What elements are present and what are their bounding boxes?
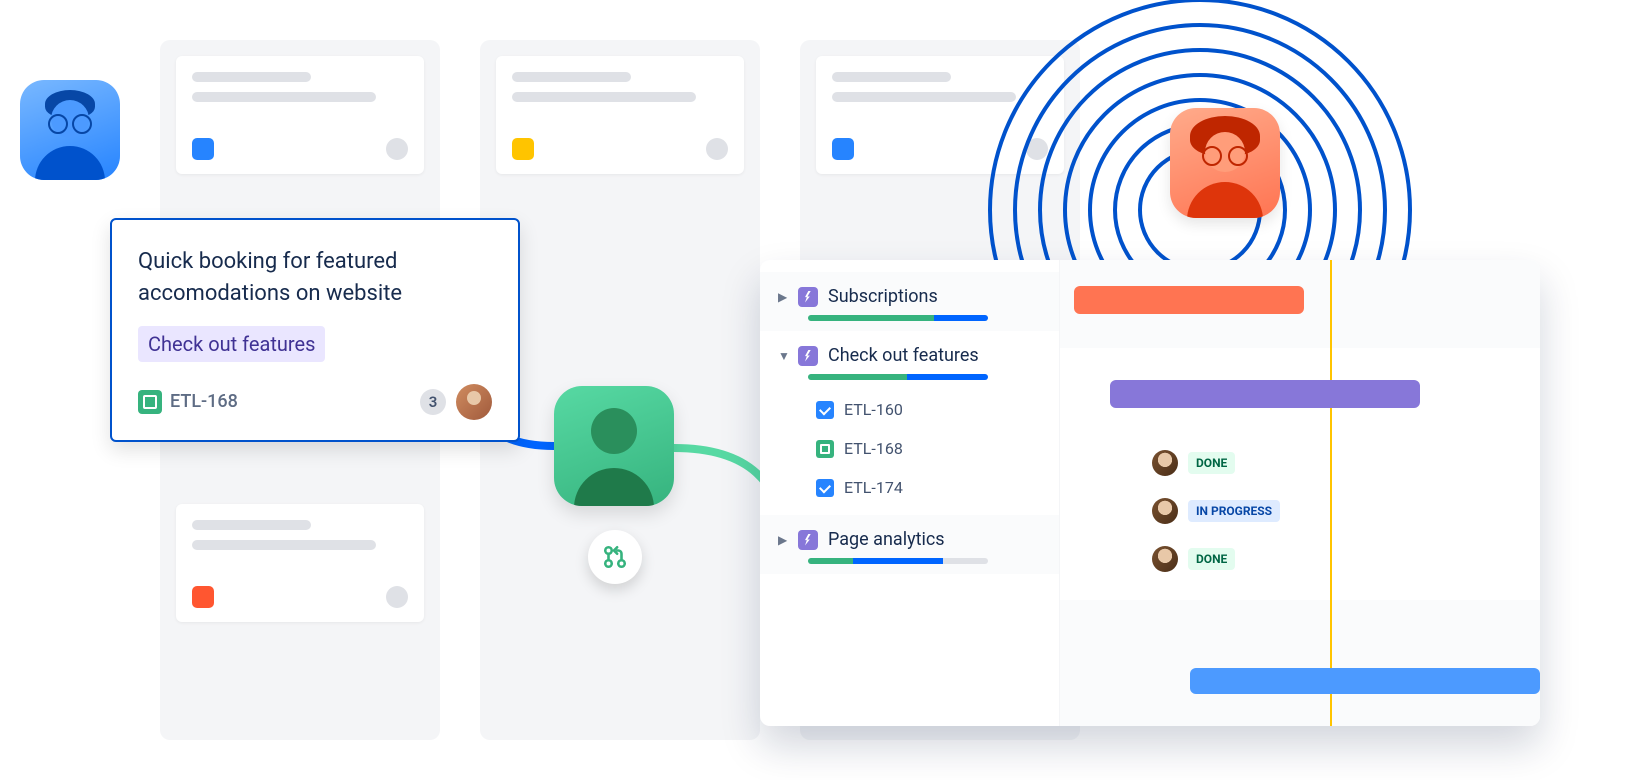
epic-row-analytics[interactable]: ▶ Page analytics [760, 515, 1059, 574]
task-icon [816, 401, 834, 419]
placeholder-line [832, 72, 951, 82]
chevron-right-icon[interactable]: ▶ [778, 290, 788, 304]
epic-icon [798, 530, 818, 550]
placeholder-line [832, 92, 1016, 102]
status-badge: DONE [1188, 548, 1235, 570]
status-badge: DONE [1188, 452, 1235, 474]
task-key: ETL-174 [844, 478, 903, 497]
placeholder-line [512, 92, 696, 102]
epic-name: Page analytics [828, 529, 945, 550]
task-key: ETL-168 [844, 439, 903, 458]
epic-bar-checkout[interactable] [1110, 380, 1420, 408]
assignee-avatar[interactable] [1152, 546, 1178, 572]
today-marker [1330, 260, 1332, 726]
task-status-row: IN PROGRESS [1152, 498, 1280, 524]
pull-request-icon [602, 544, 628, 570]
epic-name: Check out features [828, 345, 979, 366]
priority-chip [192, 138, 214, 160]
comment-count-badge: 3 [420, 389, 446, 415]
roadmap-task-row[interactable]: ETL-168 [760, 429, 1059, 468]
epic-progress-bar [808, 374, 988, 380]
epic-name: Subscriptions [828, 286, 938, 307]
roadmap-epic-list: ▶ Subscriptions ▼ Check out features E [760, 260, 1060, 726]
task-status-row: DONE [1152, 546, 1235, 572]
status-badge: IN PROGRESS [1188, 500, 1280, 522]
epic-icon [798, 287, 818, 307]
chevron-down-icon[interactable]: ▼ [778, 349, 788, 363]
unassigned-avatar [386, 138, 408, 160]
card-placeholder[interactable] [496, 56, 744, 174]
roadmap-panel: ▶ Subscriptions ▼ Check out features E [760, 260, 1540, 726]
placeholder-line [512, 72, 631, 82]
epic-progress-bar [808, 315, 988, 321]
chevron-right-icon[interactable]: ▶ [778, 533, 788, 547]
task-key: ETL-160 [844, 400, 903, 419]
user-avatar-blue [20, 80, 120, 180]
issue-key[interactable]: ETL-168 [138, 390, 238, 414]
unassigned-avatar [386, 586, 408, 608]
card-placeholder[interactable] [816, 56, 1064, 174]
placeholder-line [192, 520, 311, 530]
epic-bar-analytics[interactable] [1190, 668, 1540, 694]
priority-chip [192, 586, 214, 608]
card-placeholder[interactable] [176, 504, 424, 622]
unassigned-avatar [706, 138, 728, 160]
priority-chip [832, 138, 854, 160]
pull-request-button[interactable] [588, 530, 642, 584]
assignee-avatar[interactable] [1152, 498, 1178, 524]
epic-row-subscriptions[interactable]: ▶ Subscriptions [760, 272, 1059, 331]
story-icon [138, 390, 162, 414]
roadmap-timeline[interactable]: DONE IN PROGRESS DONE [1060, 260, 1540, 726]
task-status-row: DONE [1152, 450, 1235, 476]
assignee-avatar[interactable] [456, 384, 492, 420]
epic-bar-subscriptions[interactable] [1074, 286, 1304, 314]
issue-key-text: ETL-168 [170, 391, 238, 412]
unassigned-avatar [1026, 138, 1048, 160]
user-avatar-green [554, 386, 674, 506]
timeline-row-bg [1060, 600, 1540, 726]
priority-chip [512, 138, 534, 160]
roadmap-task-row[interactable]: ETL-174 [760, 468, 1059, 507]
epic-row-checkout[interactable]: ▼ Check out features [760, 331, 1059, 390]
placeholder-line [192, 72, 311, 82]
epic-progress-bar [808, 558, 988, 564]
issue-title: Quick booking for featured accomodations… [138, 246, 492, 310]
epic-icon [798, 346, 818, 366]
issue-card-featured[interactable]: Quick booking for featured accomodations… [110, 218, 520, 442]
roadmap-task-row[interactable]: ETL-160 [760, 390, 1059, 429]
user-avatar-orange [1170, 108, 1280, 218]
placeholder-line [192, 540, 376, 550]
assignee-avatar[interactable] [1152, 450, 1178, 476]
card-placeholder[interactable] [176, 56, 424, 174]
task-icon [816, 479, 834, 497]
placeholder-line [192, 92, 376, 102]
story-icon [816, 440, 834, 458]
issue-epic-label[interactable]: Check out features [138, 326, 325, 362]
